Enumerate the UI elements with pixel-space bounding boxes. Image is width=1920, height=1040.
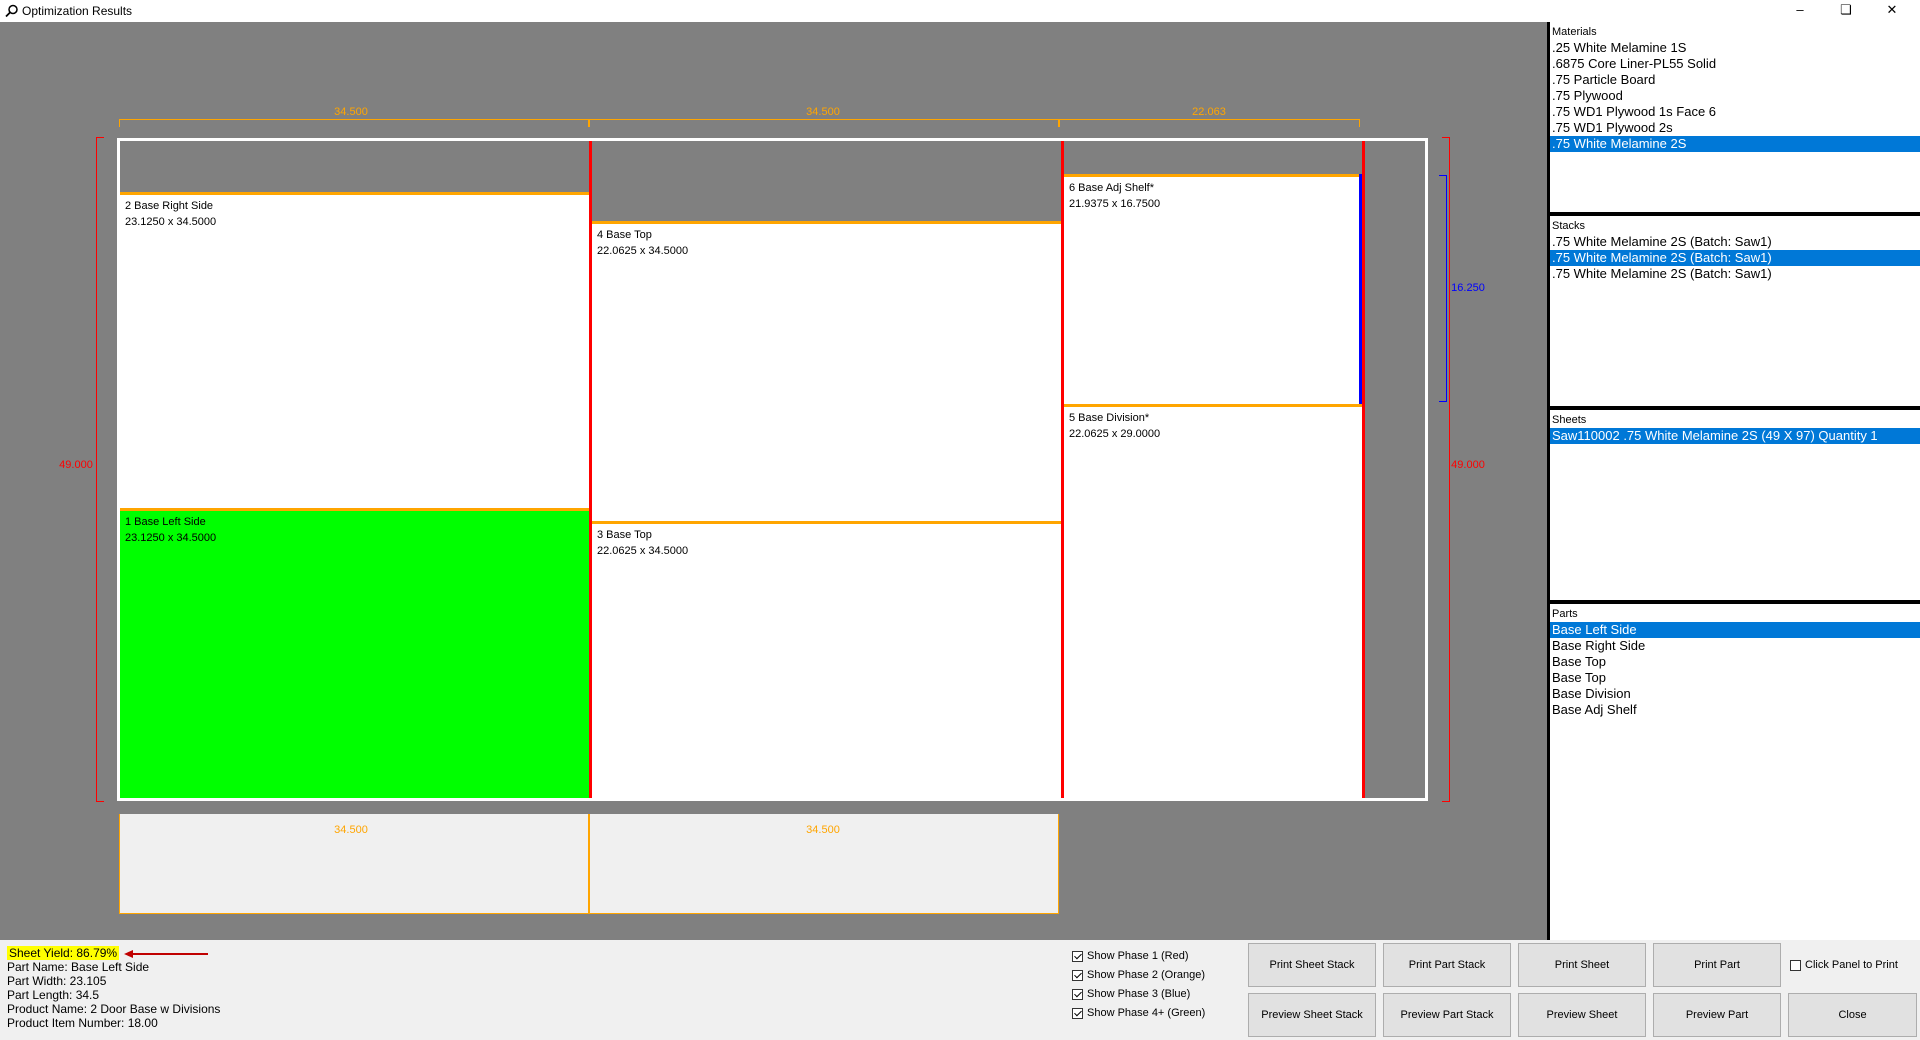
checkbox-icon[interactable] — [1072, 1007, 1083, 1019]
list-item[interactable]: .75 WD1 Plywood 1s Face 6 — [1550, 104, 1920, 120]
minimize-button[interactable]: – — [1777, 0, 1823, 22]
list-item[interactable]: .75 White Melamine 2S (Batch: Saw1) — [1550, 266, 1920, 282]
phase1-checkbox[interactable]: Show Phase 1 (Red) — [1072, 950, 1189, 962]
left-dim-label: 49.000 — [59, 459, 93, 471]
materials-header: Materials — [1552, 26, 1597, 38]
list-item[interactable]: .75 White Melamine 2S (Batch: Saw1) — [1550, 234, 1920, 250]
preview-sheet-stack-button[interactable]: Preview Sheet Stack — [1248, 993, 1376, 1037]
sheet-layout: 2 Base Right Side 23.1250 x 34.5000 1 Bas… — [117, 138, 1428, 801]
part-name: 4 Base Top — [597, 229, 652, 241]
sheets-header: Sheets — [1552, 414, 1587, 426]
part-name: 6 Base Adj Shelf* — [1069, 182, 1155, 194]
part-size: 22.0625 x 29.0000 — [1069, 428, 1161, 440]
shelf-dim-label: 16.250 — [1451, 282, 1485, 294]
list-item-selected[interactable]: .75 White Melamine 2S (Batch: Saw1) — [1550, 250, 1920, 266]
list-item[interactable]: .25 White Melamine 1S — [1550, 40, 1920, 56]
part-base-left-side[interactable]: 1 Base Left Side 23.1250 x 34.5000 — [120, 508, 589, 798]
click-panel-to-print-checkbox[interactable]: Click Panel to Print — [1790, 959, 1898, 971]
right-dim-label: 49.000 — [1451, 459, 1485, 471]
list-item[interactable]: .75 Particle Board — [1550, 72, 1920, 88]
magnifier-icon — [5, 4, 18, 18]
parts-header: Parts — [1552, 608, 1578, 620]
preview-part-button[interactable]: Preview Part — [1653, 993, 1781, 1037]
list-item[interactable]: .6875 Core Liner-PL55 Solid — [1550, 56, 1920, 72]
materials-list[interactable]: Materials .25 White Melamine 1S .6875 Co… — [1550, 22, 1920, 212]
checkbox-icon[interactable] — [1072, 988, 1083, 1000]
part-size: 23.1250 x 34.5000 — [125, 532, 217, 544]
checkbox-icon[interactable] — [1790, 959, 1801, 971]
checkbox-label: Show Phase 3 (Blue) — [1087, 988, 1191, 1000]
part-name-info: Part Name: Base Left Side — [7, 960, 150, 974]
list-item[interactable]: Base Division — [1550, 686, 1920, 702]
phase1-cut-line — [589, 141, 592, 798]
list-item-selected[interactable]: Base Left Side — [1550, 622, 1920, 638]
part-base-division[interactable]: 5 Base Division* 22.0625 x 29.0000 — [1064, 404, 1365, 798]
close-window-button[interactable]: ✕ — [1869, 0, 1915, 22]
product-item-number-info: Product Item Number: 18.00 — [7, 1016, 158, 1030]
top-dim-label-1: 34.500 — [334, 106, 368, 118]
part-name: 2 Base Right Side — [125, 200, 214, 212]
phase3-checkbox[interactable]: Show Phase 3 (Blue) — [1072, 988, 1190, 1000]
list-item[interactable]: Base Right Side — [1550, 638, 1920, 654]
part-base-top-4[interactable]: 4 Base Top 22.0625 x 34.5000 — [592, 221, 1061, 521]
optimization-canvas[interactable]: 34.500 34.500 22.063 34.500 34.500 49.00… — [0, 22, 1547, 940]
print-part-stack-button[interactable]: Print Part Stack — [1383, 943, 1511, 987]
phase4-checkbox[interactable]: Show Phase 4+ (Green) — [1072, 1007, 1205, 1019]
list-item[interactable]: Base Adj Shelf — [1550, 702, 1920, 718]
bottom-bar: Sheet Yield: 86.79% Part Name: Base Left… — [0, 940, 1920, 1040]
bottom-dim-label-2: 34.500 — [806, 824, 840, 836]
part-size: 23.1250 x 34.5000 — [125, 216, 217, 228]
part-name: 5 Base Division* — [1069, 412, 1150, 424]
preview-sheet-button[interactable]: Preview Sheet — [1518, 993, 1646, 1037]
checkbox-icon[interactable] — [1072, 969, 1083, 981]
stacks-header: Stacks — [1552, 220, 1586, 232]
list-item[interactable]: Base Top — [1550, 654, 1920, 670]
part-base-adj-shelf[interactable]: 6 Base Adj Shelf* 21.9375 x 16.7500 — [1064, 174, 1362, 404]
checkbox-label: Show Phase 1 (Red) — [1087, 950, 1189, 962]
parts-list[interactable]: Parts Base Left Side Base Right Side Bas… — [1550, 604, 1920, 940]
part-size: 22.0625 x 34.5000 — [597, 545, 689, 557]
phase1-cut-line — [1061, 141, 1064, 798]
checkbox-label: Click Panel to Print — [1805, 959, 1898, 971]
checkbox-icon[interactable] — [1072, 950, 1083, 962]
right-panel: Materials .25 White Melamine 1S .6875 Co… — [1547, 22, 1920, 940]
top-dim-bracket-2 — [589, 119, 1059, 127]
checkbox-label: Show Phase 2 (Orange) — [1087, 969, 1206, 981]
restore-button[interactable]: ❏ — [1823, 0, 1869, 22]
part-size: 22.0625 x 34.5000 — [597, 245, 689, 257]
print-sheet-stack-button[interactable]: Print Sheet Stack — [1248, 943, 1376, 987]
bottom-dim-label-1: 34.500 — [334, 824, 368, 836]
list-item[interactable]: Base Top — [1550, 670, 1920, 686]
phase1-cut-line — [1362, 141, 1365, 798]
part-width-info: Part Width: 23.105 — [7, 974, 107, 988]
part-size: 21.9375 x 16.7500 — [1069, 198, 1161, 210]
list-item[interactable]: .75 WD1 Plywood 2s — [1550, 120, 1920, 136]
part-name: 1 Base Left Side — [125, 516, 206, 528]
preview-part-stack-button[interactable]: Preview Part Stack — [1383, 993, 1511, 1037]
window-title: Optimization Results — [22, 4, 133, 18]
top-dim-label-2: 34.500 — [806, 106, 840, 118]
part-length-info: Part Length: 34.5 — [7, 988, 100, 1002]
sheets-list[interactable]: Sheets Saw110002 .75 White Melamine 2S (… — [1550, 410, 1920, 600]
arrow-pointer-icon — [124, 950, 208, 958]
checkbox-label: Show Phase 4+ (Green) — [1087, 1007, 1206, 1019]
list-item-selected[interactable]: .75 White Melamine 2S — [1550, 136, 1920, 152]
close-button[interactable]: Close — [1788, 993, 1917, 1037]
part-base-right-side[interactable]: 2 Base Right Side 23.1250 x 34.5000 — [120, 192, 589, 508]
print-sheet-button[interactable]: Print Sheet — [1518, 943, 1646, 987]
phase2-checkbox[interactable]: Show Phase 2 (Orange) — [1072, 969, 1205, 981]
list-item-selected[interactable]: Saw110002 .75 White Melamine 2S (49 X 97… — [1550, 428, 1920, 444]
top-dim-label-3: 22.063 — [1192, 106, 1226, 118]
print-part-button[interactable]: Print Part — [1653, 943, 1781, 987]
title-bar: Optimization Results – ❏ ✕ — [0, 0, 1920, 22]
top-dim-bracket-3 — [1059, 119, 1360, 127]
sheet-yield: Sheet Yield: 86.79% — [7, 946, 120, 960]
product-name-info: Product Name: 2 Door Base w Divisions — [7, 1002, 221, 1016]
part-base-top-3[interactable]: 3 Base Top 22.0625 x 34.5000 — [592, 521, 1061, 798]
part-name: 3 Base Top — [597, 529, 652, 541]
stacks-list[interactable]: Stacks .75 White Melamine 2S (Batch: Saw… — [1550, 216, 1920, 406]
top-dim-bracket-1 — [119, 119, 589, 127]
list-item[interactable]: .75 Plywood — [1550, 88, 1920, 104]
